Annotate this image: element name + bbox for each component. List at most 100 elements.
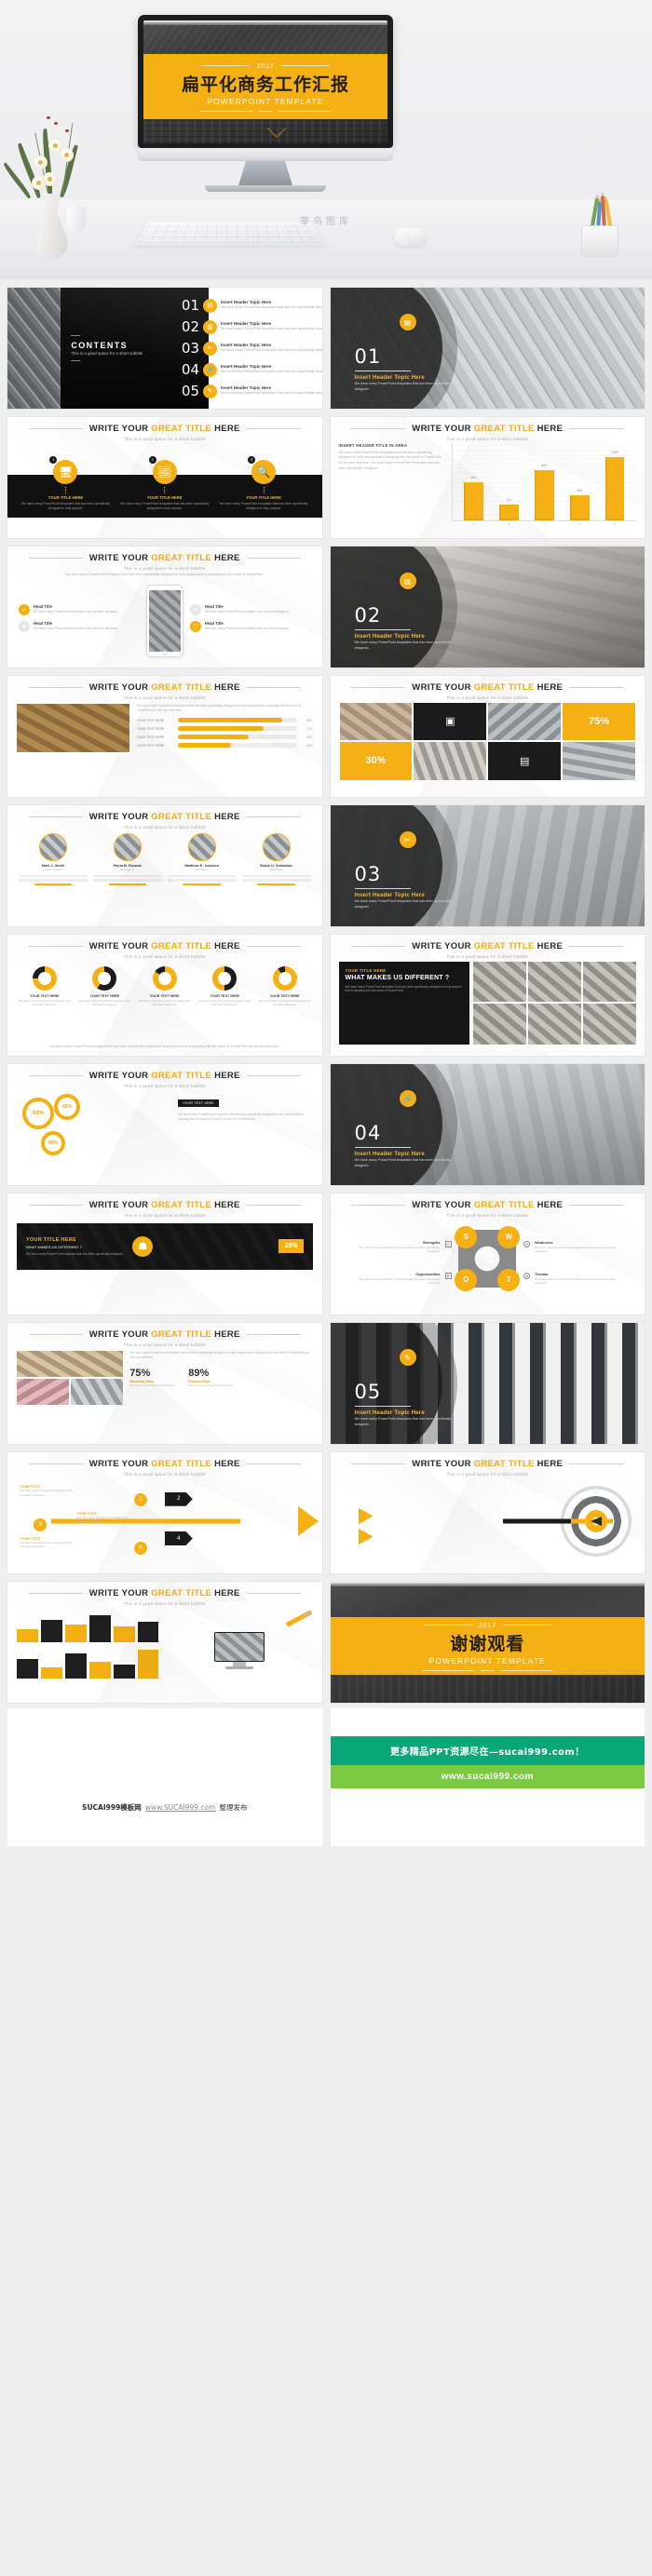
promo-banner-teal[interactable]: 更多精品PPT资源尽在—sucai999.com！ (330, 1736, 645, 1765)
chart-text-column: INSERT HEADER TITLE IN AREA We have many… (339, 443, 446, 521)
member-role: Developer (269, 867, 283, 871)
donut-chart (272, 965, 297, 991)
process-caption: YOUR TITLE We have many PowerPoint templa… (76, 1512, 132, 1524)
donut-item[interactable]: YOUR TEXT HERE We have many PowerPoint te… (257, 965, 313, 1045)
pencil-icon (285, 1609, 312, 1627)
list-item[interactable]: 05 ✎ Insert Header Topic Here We have man… (177, 383, 322, 399)
stat-value: 89% (188, 1367, 210, 1379)
slide-banner[interactable]: WRITE YOUR GREAT TITLE HERE This is a go… (7, 1194, 322, 1315)
team-member[interactable]: Mark J. Smith Creative Director (19, 832, 88, 915)
timeline-item[interactable]: 1 🖥 YOUR TITLE HERE We have many PowerPoi… (14, 455, 117, 511)
bigpct-text: We have many PowerPoint templates that h… (129, 1351, 312, 1433)
slide-gears[interactable]: WRITE YOUR GREAT TITLE HERE This is a go… (7, 1064, 322, 1185)
list-item-desc: We have many PowerPoint templates that h… (221, 305, 322, 310)
feature-item[interactable]: ♡ Head Title We have many PowerPoint templ… (189, 621, 311, 633)
slide-bar-chart[interactable]: WRITE YOUR GREAT TITLE HERE This is a go… (330, 417, 645, 538)
slide-thank-you[interactable]: 2017 谢谢观看 POWERPOINT TEMPLATE (330, 1582, 645, 1703)
link-icon: 🔗 (203, 362, 217, 377)
contents-number: 04 (181, 361, 199, 378)
team-member[interactable]: Robin U. Sebastian Developer (241, 832, 311, 915)
donut-title: YOUR TEXT HERE (269, 993, 300, 998)
donut-title: YOUR TEXT HERE (89, 993, 120, 998)
slide-different[interactable]: WRITE YOUR GREAT TITLE HERE This is a go… (330, 935, 645, 1056)
list-item[interactable]: 03 ✂ Insert Header Topic Here We have man… (177, 340, 322, 357)
slide-chart-monitor[interactable]: WRITE YOUR GREAT TITLE HERE This is a go… (7, 1582, 322, 1703)
thankyou-rule (422, 1670, 553, 1671)
donut-item[interactable]: YOUR TEXT HERE We have many PowerPoint te… (197, 965, 253, 1045)
slide-progress-bars[interactable]: WRITE YOUR GREAT TITLE HERE This is a go… (7, 676, 322, 797)
slide-header: WRITE YOUR GREAT TITLE HERE This is a go… (7, 546, 322, 571)
progress-value: 45% (306, 743, 313, 748)
slide-process[interactable]: WRITE YOUR GREAT TITLE HERE This is a go… (7, 1452, 322, 1573)
caption-desc: We have many PowerPoint templates that h… (76, 1515, 129, 1524)
slide-section-04[interactable]: 🔗 04 Insert Header Topic Here We have ma… (330, 1064, 645, 1185)
badge: 3 (248, 455, 256, 464)
mosaic-photo (414, 742, 487, 780)
timeline-desc: We have many PowerPoint templates that h… (219, 501, 308, 510)
donut-title: YOUR TEXT HERE (210, 993, 240, 998)
team-member[interactable]: Matthew E. Johnson Designer (167, 832, 237, 915)
slide-header: WRITE YOUR GREAT TITLE HERE This is a go… (331, 417, 645, 441)
list-item[interactable]: 02 ▥ Insert Header Topic Here We have man… (177, 318, 322, 335)
slide-team[interactable]: WRITE YOUR GREAT TITLE HERE This is a go… (7, 805, 322, 926)
avatar (187, 832, 216, 861)
list-item-title: Insert Header Topic Here (221, 300, 272, 305)
promo-banner-green[interactable]: www.sucai999.com (330, 1765, 645, 1788)
feature-item[interactable]: ✈ Head Title We have many PowerPoint templ… (189, 604, 311, 616)
swot-label-desc: We have many PowerPoint templates that h… (359, 1276, 441, 1286)
header-subtitle: This is a good space for a short subtitl… (446, 436, 529, 441)
photo-tile (17, 1378, 70, 1405)
phone-right-column: ✈ Head Title We have many PowerPoint templ… (189, 604, 311, 638)
banner-black: YOUR TITLE HERE WHAT MAKES US DIFFERENT … (17, 1222, 313, 1270)
contents-number: 03 (181, 340, 199, 357)
monitor-logo (138, 148, 393, 151)
slide-section-05[interactable]: ✎ 05 Insert Header Topic Here We have ma… (330, 1323, 645, 1444)
timeline-item[interactable]: 2 🖼 YOUR TITLE HERE We have many PowerPoi… (113, 455, 216, 511)
slide-contents[interactable]: CONTENTS This is a good space for a shor… (7, 288, 322, 409)
progress-label: YOUR TEXT HERE (136, 718, 165, 722)
donut-item[interactable]: YOUR TEXT HERE We have many PowerPoint te… (17, 965, 73, 1045)
slide-mosaic-stats[interactable]: WRITE YOUR GREAT TITLE HERE This is a go… (330, 676, 645, 797)
process-node: 1 (133, 1491, 148, 1507)
divider (71, 360, 80, 361)
gears-area: 63% 42% 85% YOUR TEXT HERE We have many … (7, 1088, 322, 1174)
list-item[interactable]: 01 ▤ Insert Header Topic Here We have man… (177, 297, 322, 314)
slide-swot[interactable]: WRITE YOUR GREAT TITLE HERE This is a go… (330, 1194, 645, 1315)
header-subtitle: This is a good space for a short subtitl… (446, 953, 529, 959)
swot-diagram: S W O T Strengths We have many PowerPoin… (331, 1218, 645, 1303)
slide-donuts[interactable]: WRITE YOUR GREAT TITLE HERE This is a go… (7, 935, 322, 1056)
slide-section-01[interactable]: ▤ 01 Insert Header Topic Here We have ma… (330, 288, 645, 409)
different-desc: We have many PowerPoint templates that h… (345, 984, 462, 993)
timeline-item[interactable]: 3 🔍 YOUR TITLE HERE We have many PowerPoi… (211, 455, 315, 511)
list-item[interactable]: 04 🔗 Insert Header Topic Here We have man… (177, 361, 322, 378)
x-tick: A (472, 521, 475, 526)
slide-section-02[interactable]: ▥ 02 Insert Header Topic Here We have ma… (330, 546, 645, 668)
team-member[interactable]: Paula M. Rosado Art Director (92, 832, 162, 915)
thankyou-title: 谢谢观看 (450, 1634, 525, 1654)
process-start-node: 3 (33, 1517, 48, 1532)
slide-target[interactable]: WRITE YOUR GREAT TITLE HERE This is a go… (330, 1452, 645, 1573)
donut-chart (92, 965, 117, 991)
slide-header: WRITE YOUR GREAT TITLE HERE This is a go… (7, 1323, 322, 1347)
donut-item[interactable]: YOUR TEXT HERE We have many PowerPoint te… (137, 965, 193, 1045)
slide-section-03[interactable]: ✂ 03 Insert Header Topic Here We have ma… (330, 805, 645, 926)
slide-phone-features[interactable]: WRITE YOUR GREAT TITLE HERE This is a go… (7, 546, 322, 668)
section-title: Insert Header Topic Here (354, 634, 425, 640)
flower-bloom (60, 148, 74, 162)
x-axis: A B C D E (456, 522, 632, 526)
feature-item[interactable]: ★ Head Title We have many PowerPoint templ… (19, 621, 140, 633)
donut-title: YOUR TEXT HERE (149, 993, 180, 998)
credit-suffix: 整理发布 (219, 1803, 248, 1812)
feature-item[interactable]: ✓ Head Title We have many PowerPoint templ… (19, 604, 140, 616)
watermark: 荸鸟图库 (300, 217, 352, 227)
chart-monitor-area (7, 1606, 322, 1692)
banner-headline: WHAT MAKES US DIFFERENT ? (26, 1244, 83, 1249)
photo-tile (17, 1350, 124, 1377)
slide-big-percent[interactable]: WRITE YOUR GREAT TITLE HERE This is a go… (7, 1323, 322, 1444)
credit-url[interactable]: www.SUCAI999.com (145, 1803, 216, 1812)
donut-item[interactable]: YOUR TEXT HERE We have many PowerPoint te… (77, 965, 133, 1045)
slide-timeline[interactable]: WRITE YOUR GREAT TITLE HERE This is a go… (7, 417, 322, 538)
process-chevron: 2 (164, 1491, 193, 1506)
member-role: Creative Director (42, 867, 64, 871)
progress-row: YOUR TEXT HERE 45% (137, 743, 313, 749)
